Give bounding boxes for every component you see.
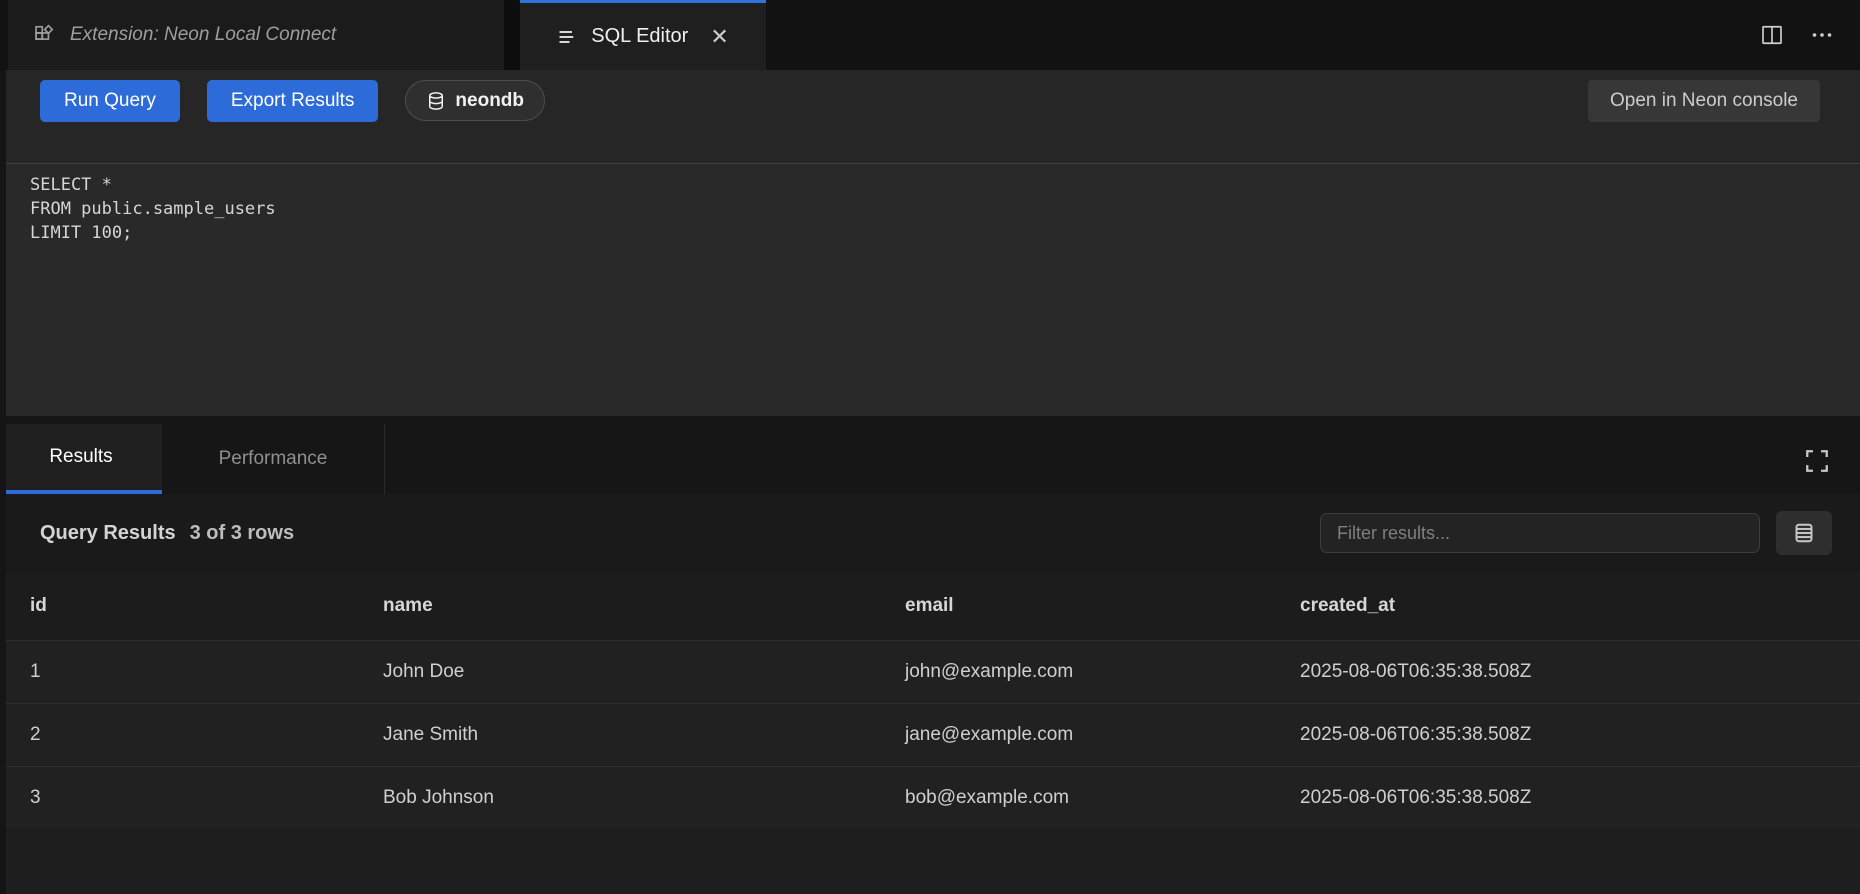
rows-view-button[interactable] bbox=[1776, 511, 1832, 555]
database-name: neondb bbox=[455, 90, 524, 112]
table-row[interactable]: 2 Jane Smith jane@example.com 2025-08-06… bbox=[0, 703, 1860, 766]
cell-email: bob@example.com bbox=[905, 787, 1300, 809]
cell-created-at: 2025-08-06T06:35:38.508Z bbox=[1300, 724, 1860, 746]
tab-extension-label: Extension: Neon Local Connect bbox=[70, 24, 336, 46]
cell-created-at: 2025-08-06T06:35:38.508Z bbox=[1300, 661, 1860, 683]
list-icon bbox=[557, 27, 577, 47]
table-footer bbox=[0, 829, 1860, 893]
cell-id: 3 bbox=[30, 787, 383, 809]
table-row[interactable]: 1 John Doe john@example.com 2025-08-06T0… bbox=[0, 640, 1860, 703]
open-neon-console-button[interactable]: Open in Neon console bbox=[1588, 80, 1820, 122]
fullscreen-icon[interactable] bbox=[1804, 448, 1830, 474]
tab-extension-neon-local-connect[interactable]: Extension: Neon Local Connect bbox=[8, 0, 504, 70]
rows-view-icon bbox=[1792, 521, 1816, 545]
query-toolbar: Run Query Export Results neondb Open in … bbox=[0, 70, 1860, 163]
cell-created-at: 2025-08-06T06:35:38.508Z bbox=[1300, 787, 1860, 809]
cell-name: John Doe bbox=[383, 661, 905, 683]
results-table: id name email created_at 1 John Doe john… bbox=[0, 572, 1860, 893]
tab-divider bbox=[504, 0, 520, 70]
results-header: Query Results 3 of 3 rows bbox=[0, 494, 1860, 572]
cell-name: Jane Smith bbox=[383, 724, 905, 746]
cell-id: 2 bbox=[30, 724, 383, 746]
sql-editor-window: Extension: Neon Local Connect SQL Editor… bbox=[0, 0, 1860, 894]
more-actions-icon[interactable] bbox=[1810, 23, 1834, 47]
code-line: FROM public.sample_users bbox=[30, 197, 1860, 221]
cell-id: 1 bbox=[30, 661, 383, 683]
editor-tabbar: Extension: Neon Local Connect SQL Editor… bbox=[0, 0, 1860, 70]
table-row[interactable]: 3 Bob Johnson bob@example.com 2025-08-06… bbox=[0, 766, 1860, 829]
tab-performance[interactable]: Performance bbox=[162, 424, 385, 494]
tab-sql-editor-label: SQL Editor bbox=[591, 25, 688, 48]
code-line: LIMIT 100; bbox=[30, 221, 1860, 245]
cell-email: john@example.com bbox=[905, 661, 1300, 683]
filter-results-input[interactable] bbox=[1320, 513, 1760, 553]
results-row-count: 3 of 3 rows bbox=[190, 522, 294, 545]
cell-name: Bob Johnson bbox=[383, 787, 905, 809]
column-header-id: id bbox=[30, 595, 383, 617]
column-header-created-at: created_at bbox=[1300, 595, 1860, 617]
results-title: Query Results bbox=[40, 522, 176, 545]
tab-results[interactable]: Results bbox=[0, 424, 162, 494]
close-icon[interactable]: ✕ bbox=[710, 26, 728, 48]
code-line: SELECT * bbox=[30, 173, 1860, 197]
column-header-name: name bbox=[383, 595, 905, 617]
cell-email: jane@example.com bbox=[905, 724, 1300, 746]
tabbar-actions bbox=[1760, 0, 1860, 70]
table-header-row: id name email created_at bbox=[0, 572, 1860, 640]
column-header-email: email bbox=[905, 595, 1300, 617]
extensions-icon bbox=[34, 24, 56, 46]
database-icon bbox=[426, 91, 446, 111]
results-tabbar: Results Performance bbox=[0, 416, 1860, 494]
tab-sql-editor[interactable]: SQL Editor ✕ bbox=[520, 0, 766, 70]
sql-code-editor[interactable]: SELECT * FROM public.sample_users LIMIT … bbox=[0, 163, 1860, 416]
panel-left-edge bbox=[0, 70, 6, 894]
export-results-button[interactable]: Export Results bbox=[207, 80, 379, 122]
split-editor-icon[interactable] bbox=[1760, 23, 1784, 47]
database-badge[interactable]: neondb bbox=[405, 80, 545, 121]
run-query-button[interactable]: Run Query bbox=[40, 80, 180, 122]
